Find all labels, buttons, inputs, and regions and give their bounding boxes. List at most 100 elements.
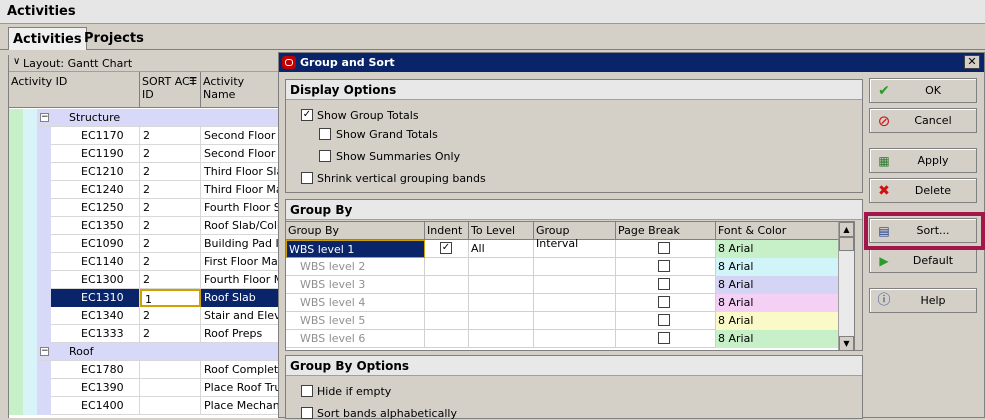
activity-name-cell[interactable]: Stair and Eleva	[201, 307, 278, 325]
table-row[interactable]: EC11902Second Floor M	[9, 145, 278, 163]
sort-act-id-cell[interactable]: 2	[140, 307, 201, 325]
sort-act-id-cell[interactable]: 2	[140, 235, 201, 253]
group-by-name-cell[interactable]: WBS level 2	[286, 258, 425, 276]
table-row[interactable]: EC13402Stair and Eleva	[9, 307, 278, 325]
to-level-cell[interactable]	[469, 312, 534, 330]
group-by-name-cell[interactable]: WBS level 5	[286, 312, 425, 330]
activity-id-cell[interactable]: EC1780	[51, 361, 140, 379]
group-by-row[interactable]: WBS level 1 ✓ All 8 Arial	[286, 240, 846, 258]
activity-id-cell[interactable]: EC1170	[51, 127, 140, 145]
activity-id-cell[interactable]: EC1340	[51, 307, 140, 325]
sort-act-id-cell[interactable]: 2	[140, 271, 201, 289]
activity-id-cell[interactable]: EC1333	[51, 325, 140, 343]
gb-col-indent[interactable]: Indent	[425, 222, 469, 240]
group-by-scrollbar[interactable]: ▲ ▼	[838, 222, 854, 350]
table-row[interactable]: EC1090 2 Building Pad In	[9, 235, 278, 253]
activity-name-cell[interactable]: Third Floor Slab	[201, 163, 278, 181]
activity-name-cell[interactable]: Roof Complete	[201, 361, 278, 379]
group-by-name-cell[interactable]: WBS level 1	[286, 240, 425, 258]
indent-checkbox[interactable]: ✓	[440, 242, 452, 254]
table-row[interactable]: EC1170 2 Second Floor S	[9, 127, 278, 145]
group-interval-cell[interactable]	[534, 330, 616, 348]
activity-name-cell[interactable]: Second Floor S	[201, 127, 278, 145]
table-row[interactable]: EC1390 Place Roof Tru	[9, 379, 278, 397]
sort-act-id-cell[interactable]: 1	[140, 289, 201, 307]
activity-name-cell[interactable]: Place Roof Tru	[201, 379, 278, 397]
to-level-cell[interactable]	[469, 258, 534, 276]
table-row[interactable]: EC1780 Roof Complete	[9, 361, 278, 379]
delete-button[interactable]: ✖ Delete	[869, 178, 977, 203]
sort-bands-checkbox[interactable]	[301, 407, 313, 419]
activity-name-cell[interactable]: Third Floor Mas	[201, 181, 278, 199]
gb-col-font-color[interactable]: Font & Color	[716, 222, 846, 240]
group-row[interactable]: − Structure	[9, 109, 278, 127]
ok-button[interactable]: ✔ OK	[869, 78, 977, 103]
help-button[interactable]: ⓘ Help	[869, 288, 977, 313]
activity-name-cell[interactable]: Roof Slab/Colla	[201, 217, 278, 235]
activity-id-cell[interactable]: EC1350	[51, 217, 140, 235]
default-button[interactable]: ▶ Default	[869, 248, 977, 273]
group-by-name-cell[interactable]: WBS level 3	[286, 276, 425, 294]
page-break-cell[interactable]	[616, 330, 716, 348]
collapse-icon[interactable]: −	[40, 113, 49, 122]
indent-cell[interactable]	[425, 330, 469, 348]
show-grand-totals-checkbox[interactable]	[319, 128, 331, 140]
layout-bar[interactable]: ∨ Layout: Gantt Chart	[9, 55, 278, 72]
activity-name-cell[interactable]: Building Pad In	[201, 235, 278, 253]
group-by-name-cell[interactable]: WBS level 6	[286, 330, 425, 348]
scroll-thumb[interactable]	[839, 237, 854, 251]
font-color-cell[interactable]: 8 Arial	[716, 294, 846, 312]
gb-col-page-break[interactable]: Page Break	[616, 222, 716, 240]
page-break-cell[interactable]	[616, 312, 716, 330]
page-break-checkbox[interactable]	[658, 242, 670, 254]
activity-name-cell[interactable]: Roof Slab	[201, 289, 278, 307]
indent-cell[interactable]	[425, 294, 469, 312]
page-break-cell[interactable]	[616, 258, 716, 276]
page-break-cell[interactable]	[616, 240, 716, 258]
sort-act-id-cell[interactable]: 2	[140, 199, 201, 217]
group-interval-cell[interactable]	[534, 258, 616, 276]
show-summaries-only-checkbox[interactable]	[319, 150, 331, 162]
cancel-button[interactable]: ⊘ Cancel	[869, 108, 977, 133]
page-break-checkbox[interactable]	[658, 314, 670, 326]
group-interval-cell[interactable]	[534, 276, 616, 294]
table-row[interactable]: EC12402Third Floor Mas	[9, 181, 278, 199]
shrink-bands-checkbox[interactable]	[301, 172, 313, 184]
indent-cell[interactable]: ✓	[425, 240, 469, 258]
sort-act-id-cell[interactable]: 2	[140, 181, 201, 199]
table-row[interactable]: EC13502Roof Slab/Colla	[9, 217, 278, 235]
group-by-row[interactable]: WBS level 3 8 Arial	[286, 276, 846, 294]
table-row[interactable]: EC12102Third Floor Slab	[9, 163, 278, 181]
activity-id-cell[interactable]: EC1090	[51, 235, 140, 253]
sort-act-id-cell[interactable]: 2	[140, 127, 201, 145]
group-by-name-cell[interactable]: WBS level 4	[286, 294, 425, 312]
activity-name-cell[interactable]: Place Mechani	[201, 397, 278, 415]
indent-cell[interactable]	[425, 258, 469, 276]
indent-cell[interactable]	[425, 312, 469, 330]
activity-id-cell[interactable]: EC1140	[51, 253, 140, 271]
group-by-row[interactable]: WBS level 4 8 Arial	[286, 294, 846, 312]
table-row[interactable]: EC13002Fourth Floor Ma	[9, 271, 278, 289]
col-header-activity-id[interactable]: Activity ID	[9, 72, 140, 108]
page-break-checkbox[interactable]	[658, 278, 670, 290]
scroll-up-icon[interactable]: ▲	[839, 222, 854, 237]
to-level-cell[interactable]	[469, 330, 534, 348]
chevron-down-icon[interactable]: ∨	[13, 56, 20, 67]
font-color-cell[interactable]: 8 Arial	[716, 312, 846, 330]
table-row[interactable]: EC1333 2 Roof Preps	[9, 325, 278, 343]
to-level-cell[interactable]	[469, 294, 534, 312]
activity-name-cell[interactable]: Second Floor M	[201, 145, 278, 163]
group-interval-cell[interactable]	[534, 240, 616, 258]
col-header-sort-act-id[interactable]: SORT ACT ID ☰	[140, 72, 201, 108]
page-break-checkbox[interactable]	[658, 332, 670, 344]
gb-col-group-by[interactable]: Group By	[286, 222, 425, 240]
group-interval-cell[interactable]	[534, 294, 616, 312]
font-color-cell[interactable]: 8 Arial	[716, 240, 846, 258]
to-level-cell[interactable]: All	[469, 240, 534, 258]
to-level-cell[interactable]	[469, 276, 534, 294]
activity-id-cell[interactable]: EC1400	[51, 397, 140, 415]
table-row[interactable]: EC12502Fourth Floor Sla	[9, 199, 278, 217]
indent-cell[interactable]	[425, 276, 469, 294]
table-row[interactable]: EC1400 Place Mechani	[9, 397, 278, 415]
sort-act-id-cell[interactable]: 2	[140, 325, 201, 343]
